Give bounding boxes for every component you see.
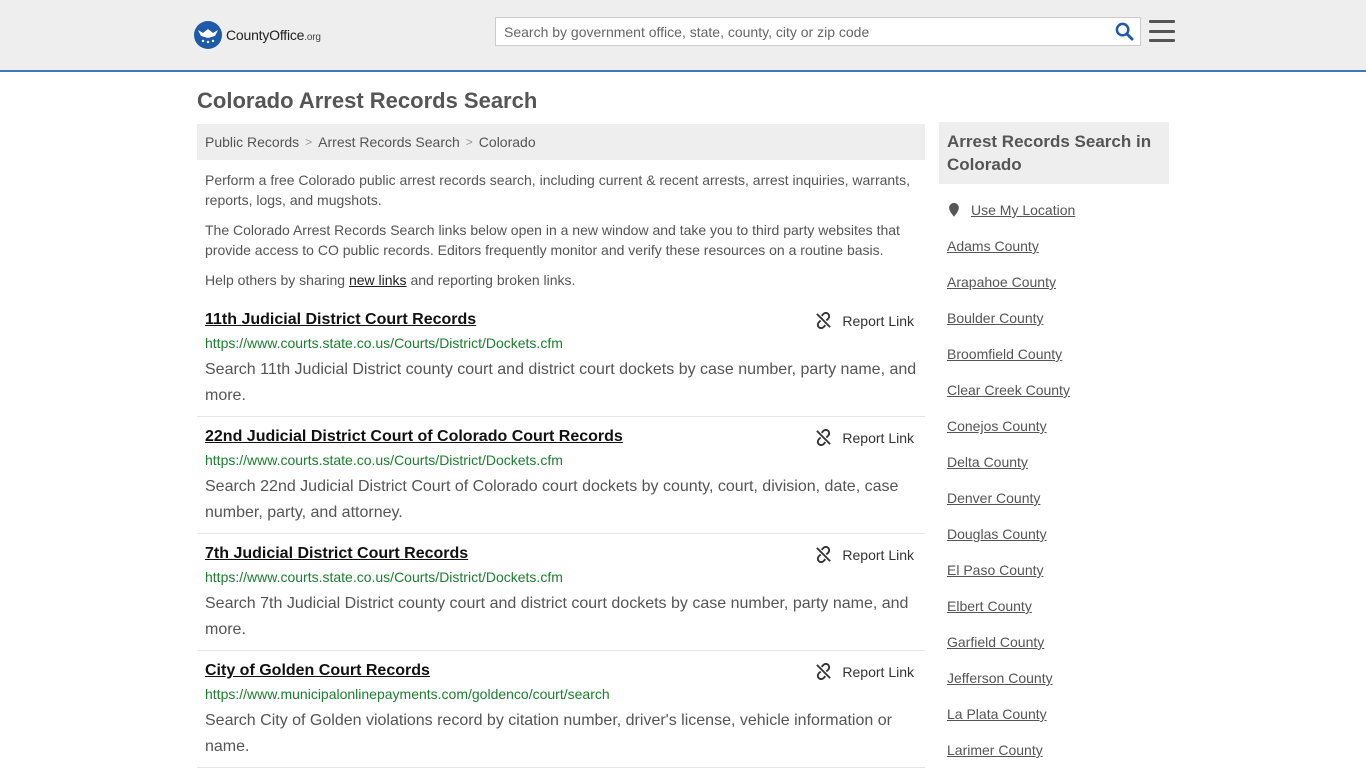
sidebar-county-link[interactable]: El Paso County: [947, 562, 1044, 578]
new-links-link[interactable]: new links: [349, 272, 407, 288]
logo-main-text: CountyOffice: [226, 27, 305, 43]
result-url: https://www.courts.state.co.us/Courts/Di…: [205, 335, 563, 351]
result-title-link[interactable]: 7th Judicial District Court Records: [205, 545, 468, 563]
report-link-label: Report Link: [842, 663, 914, 680]
sidebar-county-link[interactable]: Jefferson County: [947, 670, 1053, 686]
breadcrumb-public-records[interactable]: Public Records: [205, 134, 299, 150]
result-description: Search City of Golden violations record …: [205, 712, 892, 755]
menu-button[interactable]: [1149, 19, 1175, 43]
result-description: Search 11th Judicial District county cou…: [205, 361, 917, 404]
broken-link-icon: [816, 546, 832, 563]
sidebar-heading: Arrest Records Search in Colorado: [939, 122, 1169, 184]
result-title-link[interactable]: City of Golden Court Records: [205, 662, 430, 680]
hamburger-icon-bar: [1149, 39, 1175, 42]
result-url: https://www.courts.state.co.us/Courts/Di…: [205, 452, 563, 468]
sidebar-county-link[interactable]: Clear Creek County: [947, 382, 1070, 398]
page-title: Colorado Arrest Records Search: [197, 88, 538, 113]
report-link-label: Report Link: [842, 312, 914, 329]
site-logo[interactable]: CountyOffice.org: [194, 20, 321, 50]
result-title-link[interactable]: 22nd Judicial District Court of Colorado…: [205, 428, 623, 446]
sidebar-county-link[interactable]: Garfield County: [947, 634, 1044, 650]
magnifier-icon: [1115, 22, 1134, 41]
eagle-seal-icon: [194, 21, 222, 49]
breadcrumb-separator: >: [465, 135, 473, 149]
broken-link-icon: [816, 312, 832, 329]
intro-paragraph-3: Help others by sharing new links and rep…: [205, 270, 920, 290]
report-link-button[interactable]: Report Link: [815, 546, 914, 563]
breadcrumb-arrest-records-search[interactable]: Arrest Records Search: [318, 134, 460, 150]
sidebar-county-link[interactable]: Broomfield County: [947, 346, 1062, 362]
site-header: CountyOffice.org: [0, 0, 1366, 72]
report-link-label: Report Link: [842, 429, 914, 446]
intro-paragraph-2: The Colorado Arrest Records Search links…: [205, 222, 900, 258]
sidebar-county-link[interactable]: Adams County: [947, 238, 1039, 254]
sidebar-county-link[interactable]: Conejos County: [947, 418, 1047, 434]
broken-link-icon: [816, 663, 832, 680]
logo-text: CountyOffice.org: [226, 27, 321, 43]
search-box: [495, 17, 1141, 46]
result-description: Search 22nd Judicial District Court of C…: [205, 478, 899, 521]
result-url: https://www.courts.state.co.us/Courts/Di…: [205, 569, 563, 585]
intro-paragraph-1: Perform a free Colorado public arrest re…: [205, 172, 910, 208]
map-pin-icon: [949, 202, 959, 217]
breadcrumb-colorado[interactable]: Colorado: [479, 134, 536, 150]
hamburger-icon-bar: [1149, 29, 1175, 33]
hamburger-icon: [1149, 20, 1175, 23]
breadcrumb-separator: >: [305, 135, 313, 149]
result-item: 22nd Judicial District Court of Colorado…: [197, 428, 925, 534]
result-item: City of Golden Court Records Report Link…: [197, 662, 925, 768]
report-link-button[interactable]: Report Link: [815, 429, 914, 446]
sidebar-county-link[interactable]: Boulder County: [947, 310, 1044, 326]
report-link-label: Report Link: [842, 546, 914, 563]
result-description: Search 7th Judicial District county cour…: [205, 595, 909, 638]
sidebar-county-link[interactable]: Douglas County: [947, 526, 1047, 542]
broken-link-icon: [816, 429, 832, 446]
sidebar-county-link[interactable]: Arapahoe County: [947, 274, 1056, 290]
result-title-link[interactable]: 11th Judicial District Court Records: [205, 311, 476, 329]
result-item: 11th Judicial District Court Records Rep…: [197, 311, 925, 417]
sidebar-county-link[interactable]: Elbert County: [947, 598, 1032, 614]
breadcrumb: Public Records > Arrest Records Search >…: [197, 124, 925, 160]
sidebar-county-link[interactable]: Larimer County: [947, 742, 1043, 758]
result-url: https://www.municipalonlinepayments.com/…: [205, 686, 610, 702]
search-button[interactable]: [1108, 18, 1140, 45]
logo-tld-text: .org: [304, 32, 321, 43]
sidebar-county-link[interactable]: Delta County: [947, 454, 1028, 470]
use-my-location-link[interactable]: Use My Location: [947, 202, 1075, 218]
sidebar-county-link[interactable]: Denver County: [947, 490, 1040, 506]
intro-text: and reporting broken links.: [406, 272, 576, 288]
intro-text: Help others by sharing: [205, 272, 349, 288]
result-item: 7th Judicial District Court Records Repo…: [197, 545, 925, 651]
use-my-location-label: Use My Location: [971, 202, 1076, 218]
report-link-button[interactable]: Report Link: [815, 312, 914, 329]
report-link-button[interactable]: Report Link: [815, 663, 914, 680]
sidebar-county-link[interactable]: La Plata County: [947, 706, 1047, 722]
search-input[interactable]: [496, 18, 1108, 45]
